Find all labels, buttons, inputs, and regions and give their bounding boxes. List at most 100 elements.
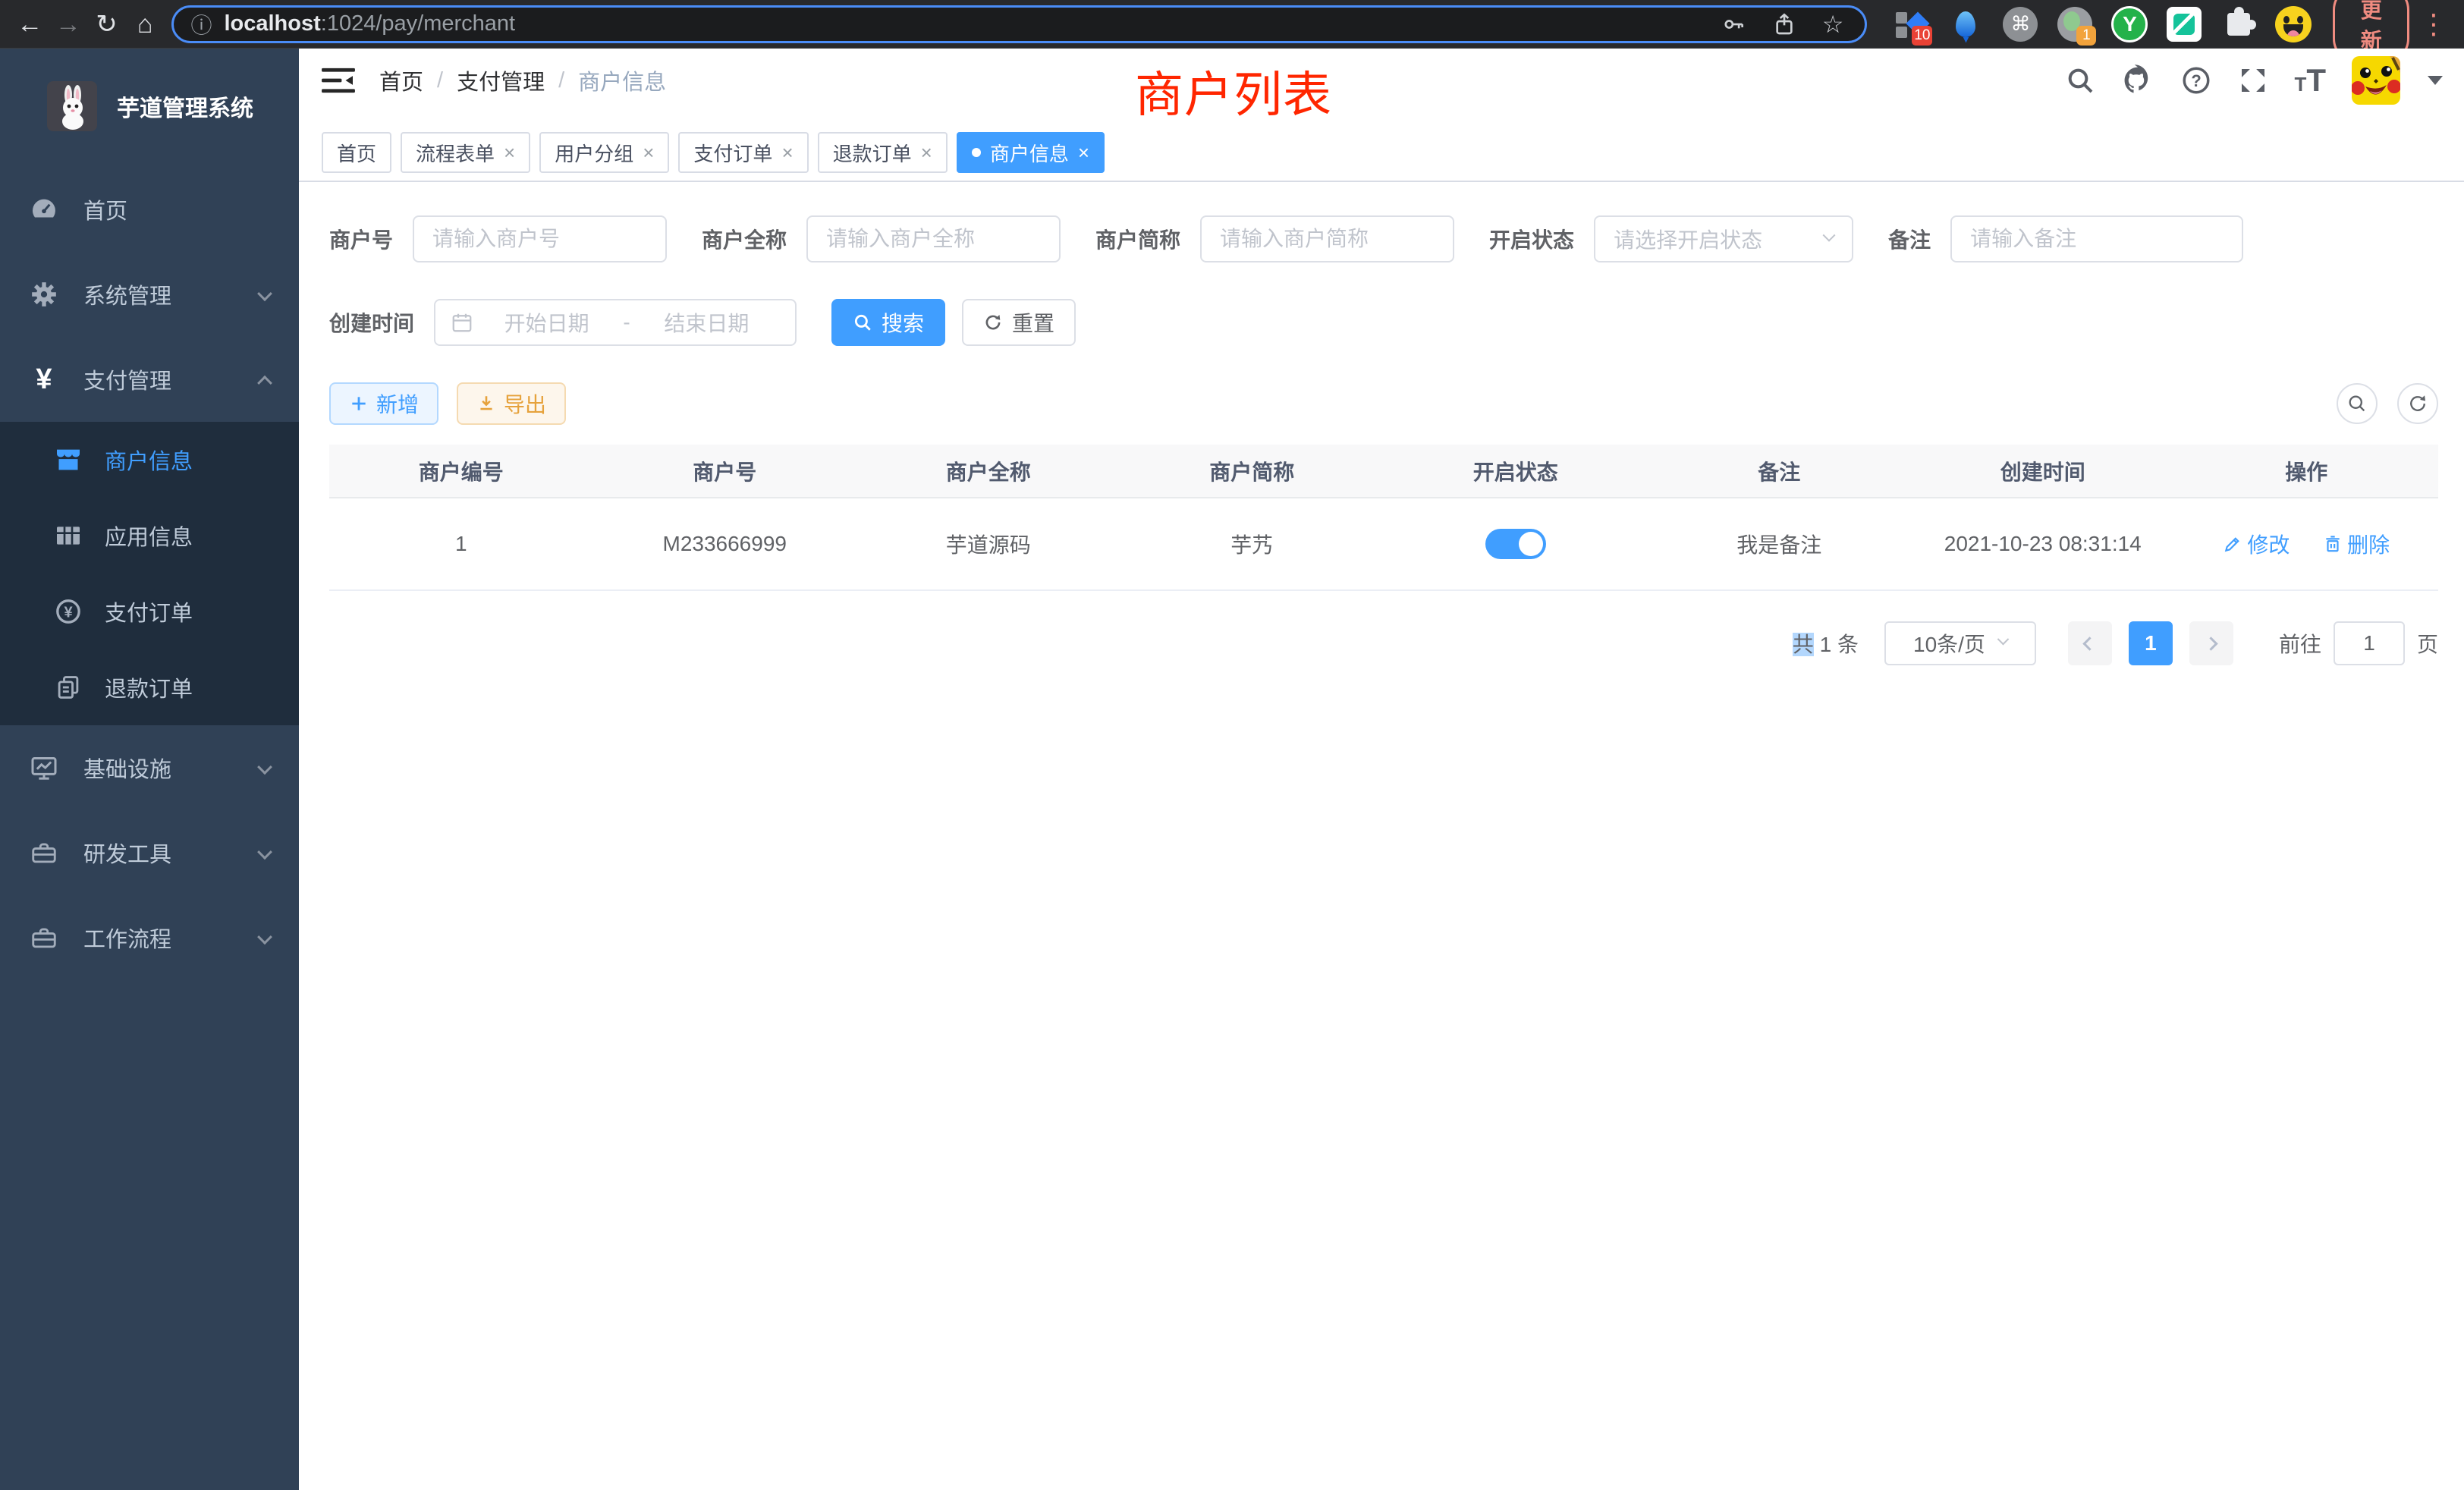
tag-pay-order[interactable]: 支付订单× [678,132,808,173]
browser-menu-icon[interactable]: ⋮ [2420,8,2447,40]
merchant-no-label: 商户号 [329,224,393,254]
tag-home[interactable]: 首页 [322,132,391,173]
total-count: 共 1 条 [1793,628,1859,659]
delete-link[interactable]: 删除 [2323,529,2390,559]
end-date-placeholder[interactable]: 结束日期 [633,307,780,338]
reset-button[interactable]: 重置 [962,299,1076,346]
sidebar: 芋道管理系统 首页 系统管理 ¥ 支付管 [0,49,299,1490]
bookmark-star-icon[interactable]: ☆ [1822,10,1844,39]
app-header: 首页 / 支付管理 / 商户信息 ? [299,49,2464,112]
sidebar-item-refund-order[interactable]: 退款订单 [0,649,299,725]
merchant-full-name-input[interactable] [806,215,1061,262]
header-search-icon[interactable] [2065,65,2095,96]
password-key-icon[interactable] [1722,12,1746,36]
chevron-down-icon [1823,229,1836,242]
sidebar-collapse-icon[interactable] [322,66,355,95]
github-icon[interactable] [2121,64,2154,97]
kanban-extension-icon[interactable]: 10 [1893,6,1929,42]
sidebar-item-pay-order[interactable]: ¥ 支付订单 [0,574,299,649]
goto-page-input[interactable] [2334,621,2405,665]
help-icon[interactable]: ? [2180,64,2212,96]
browser-back-button[interactable]: ← [11,0,49,49]
toolbox-icon [26,923,62,952]
next-page-button[interactable] [2189,621,2233,665]
export-button[interactable]: 导出 [457,382,566,425]
tag-refund-order[interactable]: 退款订单× [818,132,948,173]
merchant-no-input[interactable] [413,215,667,262]
prev-page-button[interactable] [2068,621,2112,665]
toggle-search-button[interactable] [2337,383,2378,424]
green-doc-extension-icon[interactable] [2166,6,2202,42]
balloon-extension-icon[interactable] [1947,6,1984,42]
status-label: 开启状态 [1489,224,1574,254]
app-logo[interactable]: 芋道管理系统 [0,49,299,147]
remark-input[interactable] [1950,215,2243,262]
breadcrumb-home[interactable]: 首页 [379,64,423,96]
table-header-row: 商户编号 商户号 商户全称 商户简称 开启状态 备注 创建时间 操作 [329,445,2438,498]
svg-text:¥: ¥ [64,604,73,621]
sidebar-item-devtools[interactable]: 研发工具 [0,810,299,895]
sidebar-item-workflow[interactable]: 工作流程 [0,895,299,980]
close-icon[interactable]: × [504,141,515,165]
emoji-avatar-icon[interactable] [2275,6,2312,42]
chevron-down-icon [257,844,272,860]
user-avatar[interactable] [2352,56,2400,105]
remark-label: 备注 [1888,224,1931,254]
green-y-extension-icon[interactable]: Y [2111,6,2148,42]
tag-user-group[interactable]: 用户分组× [539,132,669,173]
edit-link[interactable]: 修改 [2223,529,2290,559]
browser-reload-button[interactable]: ↻ [87,0,126,49]
sidebar-item-system[interactable]: 系统管理 [0,252,299,337]
cell-merchant-index: 1 [329,498,593,590]
tag-merchant-info[interactable]: 商户信息× [957,132,1105,173]
cell-status [1384,498,1648,590]
create-time-range-picker[interactable]: 开始日期 - 结束日期 [434,299,797,346]
browser-forward-button[interactable]: → [49,0,88,49]
cell-created-at: 2021-10-23 08:31:14 [1911,498,2175,590]
close-icon[interactable]: × [1078,141,1089,165]
command-extension-icon[interactable]: ⌘ [2002,6,2038,42]
close-icon[interactable]: × [781,141,793,165]
page-size-select[interactable]: 10条/页 [1884,621,2036,665]
merchant-full-name-label: 商户全称 [702,224,787,254]
search-button[interactable]: 搜索 [831,299,945,346]
tag-process-form[interactable]: 流程表单× [401,132,530,173]
site-info-icon[interactable]: ⓘ [190,9,212,39]
browser-home-button[interactable]: ⌂ [126,0,165,49]
fullscreen-icon[interactable] [2238,65,2268,96]
page-number-1[interactable]: 1 [2129,621,2173,665]
sidebar-item-infra[interactable]: 基础设施 [0,725,299,810]
font-size-icon[interactable]: TT [2294,62,2326,99]
share-icon[interactable] [1772,12,1796,36]
chevron-down-icon [257,286,272,301]
avatar-caret-icon[interactable] [2428,76,2443,85]
search-icon [2346,393,2368,414]
app-title: 芋道管理系统 [117,90,253,123]
merchant-short-name-input[interactable] [1200,215,1454,262]
sidebar-item-pay[interactable]: ¥ 支付管理 [0,337,299,422]
url-path: :1024/pay/merchant [321,11,515,36]
sidebar-item-merchant-info[interactable]: 商户信息 [0,422,299,498]
main-area: 首页 / 支付管理 / 商户信息 ? [299,49,2464,1490]
dashboard-icon [26,194,62,225]
status-select[interactable]: 请选择开启状态 [1594,215,1853,262]
extension-badge: 10 [1912,26,1932,46]
start-date-placeholder[interactable]: 开始日期 [473,307,620,338]
breadcrumb-pay[interactable]: 支付管理 [457,64,545,96]
goto-label: 前往 [2279,628,2321,659]
tagview-bar: 首页 流程表单× 用户分组× 支付订单× 退款订单× 商户信息× [299,112,2464,182]
cell-short-name: 芋艿 [1120,498,1384,590]
address-bar[interactable]: ⓘ localhost:1024/pay/merchant ☆ [171,5,1867,43]
close-icon[interactable]: × [921,141,932,165]
status-toggle[interactable] [1485,529,1546,559]
extensions-puzzle-icon[interactable] [2220,6,2257,42]
sidebar-item-app-info[interactable]: 应用信息 [0,498,299,574]
breadcrumb-current: 商户信息 [578,64,666,96]
sidebar-item-home[interactable]: 首页 [0,167,299,252]
screen: ← → ↻ ⌂ ⓘ localhost:1024/pay/merchant ☆ [0,0,2464,1490]
trash-icon [2323,534,2343,554]
refresh-table-button[interactable] [2397,383,2438,424]
add-button[interactable]: 新增 [329,382,438,425]
profile-extension-icon[interactable]: 1 [2057,6,2093,42]
close-icon[interactable]: × [643,141,654,165]
